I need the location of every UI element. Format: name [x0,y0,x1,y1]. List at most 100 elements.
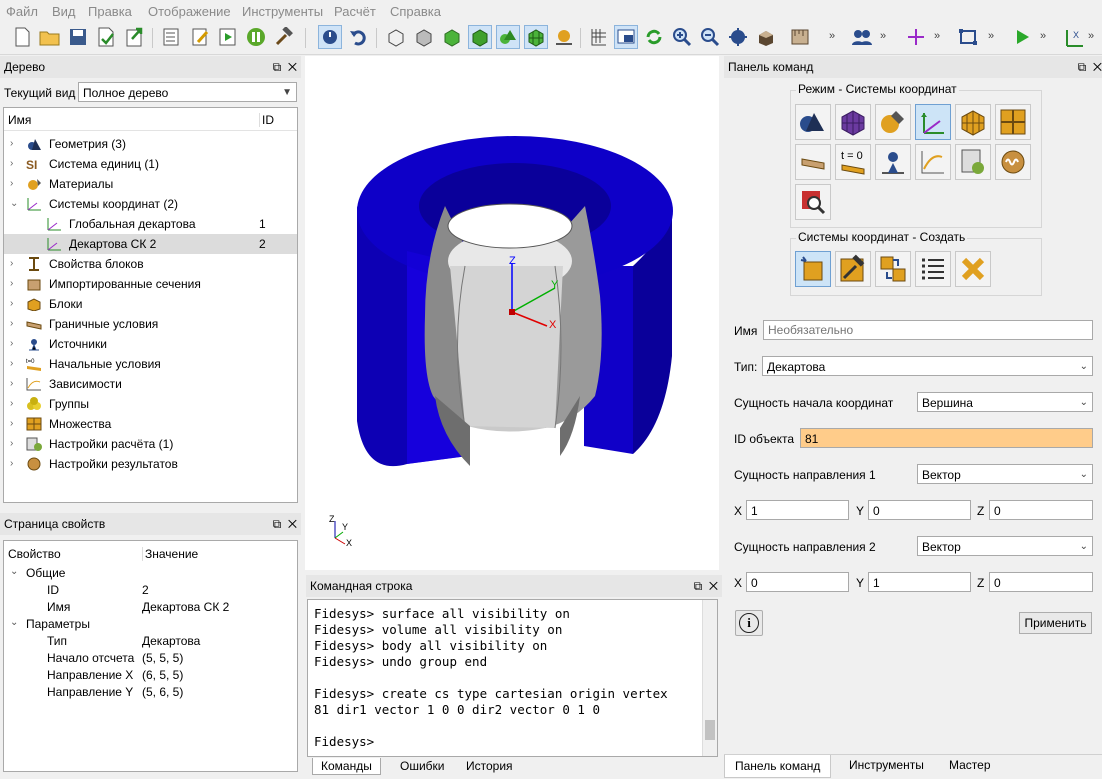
tab-errors[interactable]: Ошибки [394,758,451,774]
tab-command-panel[interactable]: Панель команд [724,755,832,778]
import-icon[interactable] [94,25,118,49]
dir1-x-input[interactable]: 1 [746,500,849,520]
float-icon[interactable]: ⧉ [273,60,282,74]
toolbar-overflow-2[interactable]: » [880,30,886,42]
tab-wizard[interactable]: Мастер [949,758,991,772]
material-mode-icon[interactable] [875,104,911,140]
box-view-icon[interactable] [754,25,778,49]
users-icon[interactable] [850,25,874,49]
crosshair-icon[interactable] [904,25,928,49]
hammer-icon[interactable] [272,25,296,49]
wireframe-cube-icon[interactable] [384,25,408,49]
dir1-select[interactable]: Вектор ⌄ [917,464,1093,484]
chevron-right-icon[interactable]: › [10,374,13,394]
origin-select[interactable]: Вершина ⌄ [917,392,1093,412]
ruler-icon[interactable] [788,25,812,49]
tree-item[interactable]: › Граничные условия [4,314,297,334]
property-row[interactable]: ⌄ Параметры [4,616,297,633]
dir2-x-input[interactable]: 0 [746,572,849,592]
copy-cs-icon[interactable] [875,251,911,287]
select-pointer-icon[interactable] [318,25,342,49]
tab-tools[interactable]: Инструменты [849,758,924,772]
checklist-icon[interactable] [160,25,184,49]
coord-system-mode-icon[interactable] [915,104,951,140]
tree-item[interactable]: › Геометрия (3) [4,134,297,154]
tree-item[interactable]: › t=0 Начальные условия [4,354,297,374]
dir2-select[interactable]: Вектор ⌄ [917,536,1093,556]
dependencies-mode-icon[interactable] [915,144,951,180]
menu-tools[interactable]: Инструменты [242,4,323,19]
sources-mode-icon[interactable] [875,144,911,180]
tree-item[interactable]: › Зависимости [4,374,297,394]
modify-cs-icon[interactable] [835,251,871,287]
tree-item[interactable]: › Множества [4,414,297,434]
shaded-cube-icon[interactable] [440,25,464,49]
chevron-down-icon[interactable]: ⌄ [10,566,18,577]
chevron-right-icon[interactable]: › [10,414,13,434]
property-row[interactable]: Направление Y (5, 6, 5) [4,684,297,701]
mesh-cube-icon[interactable] [524,25,548,49]
info-button[interactable]: i [735,610,763,636]
initial-cond-mode-icon[interactable]: t = 0 [835,144,871,180]
menu-display[interactable]: Отображение [148,4,231,19]
property-row[interactable]: ⌄ Общие [4,565,297,582]
solid-cube-icon[interactable] [468,25,492,49]
menu-file[interactable]: Файл [6,4,38,19]
zoom-out-icon[interactable] [698,25,722,49]
apply-button[interactable]: Применить [1019,612,1092,634]
tree-item[interactable]: › Материалы [4,174,297,194]
tree-item[interactable]: › Настройки результатов [4,454,297,474]
menu-calc[interactable]: Расчёт [334,4,376,19]
name-input[interactable] [763,320,1093,340]
float-icon[interactable]: ⧉ [273,517,282,531]
toolbar-overflow-6[interactable]: » [1088,30,1094,42]
open-folder-icon[interactable] [38,25,62,49]
toolbar-overflow-4[interactable]: » [988,30,994,42]
shapes-icon[interactable] [496,25,520,49]
float-icon[interactable]: ⧉ [1078,60,1087,74]
undo-icon[interactable] [346,25,370,49]
property-row[interactable]: Направление X (6, 5, 5) [4,667,297,684]
property-row[interactable]: Начало отсчета (5, 5, 5) [4,650,297,667]
grid-axes-icon[interactable] [586,25,610,49]
chevron-down-icon[interactable]: ⌄ [10,617,18,628]
calc-settings-mode-icon[interactable] [955,144,991,180]
chevron-right-icon[interactable]: › [10,134,13,154]
create-cs-icon[interactable] [795,251,831,287]
tree-item[interactable]: › Свойства блоков [4,254,297,274]
property-row[interactable]: Тип Декартова [4,633,297,650]
tree-item[interactable]: › Настройки расчёта (1) [4,434,297,454]
chevron-right-icon[interactable]: › [10,174,13,194]
dir2-y-input[interactable]: 1 [868,572,971,592]
chevron-right-icon[interactable]: › [10,314,13,334]
export-icon[interactable] [122,25,146,49]
chevron-right-icon[interactable]: › [10,254,13,274]
current-view-select[interactable]: Полное дерево ▼ [78,82,297,102]
float-icon[interactable]: ⧉ [694,579,703,593]
console-scrollbar[interactable] [702,600,717,756]
object-id-input[interactable]: 81 [800,428,1093,448]
list-cs-icon[interactable] [915,251,951,287]
window-icon[interactable] [614,25,638,49]
toolbar-overflow-1[interactable]: » [829,30,835,42]
toolbar-overflow-5[interactable]: » [1040,30,1046,42]
tree-item[interactable]: Декартова СК 2 2 [4,234,297,254]
bounding-box-icon[interactable] [956,25,980,49]
dir2-z-input[interactable]: 0 [989,572,1093,592]
graphics-viewport[interactable]: Z Y X Z Y X [305,56,719,570]
chevron-right-icon[interactable]: › [10,394,13,414]
chevron-right-icon[interactable]: › [10,154,13,174]
chevron-right-icon[interactable]: › [10,294,13,314]
tree-item[interactable]: › Импортированные сечения [4,274,297,294]
close-icon[interactable]: ✕ [709,579,718,593]
run-icon[interactable] [1010,25,1034,49]
dir1-z-input[interactable]: 0 [989,500,1093,520]
pause-icon[interactable] [244,25,268,49]
chevron-right-icon[interactable]: › [10,274,13,294]
hidden-line-cube-icon[interactable] [412,25,436,49]
property-row[interactable]: Имя Декартова СК 2 [4,599,297,616]
save-icon[interactable] [66,25,90,49]
chevron-right-icon[interactable]: › [10,454,13,474]
chevron-right-icon[interactable]: › [10,434,13,454]
chevron-down-icon[interactable]: ⌄ [10,194,18,214]
